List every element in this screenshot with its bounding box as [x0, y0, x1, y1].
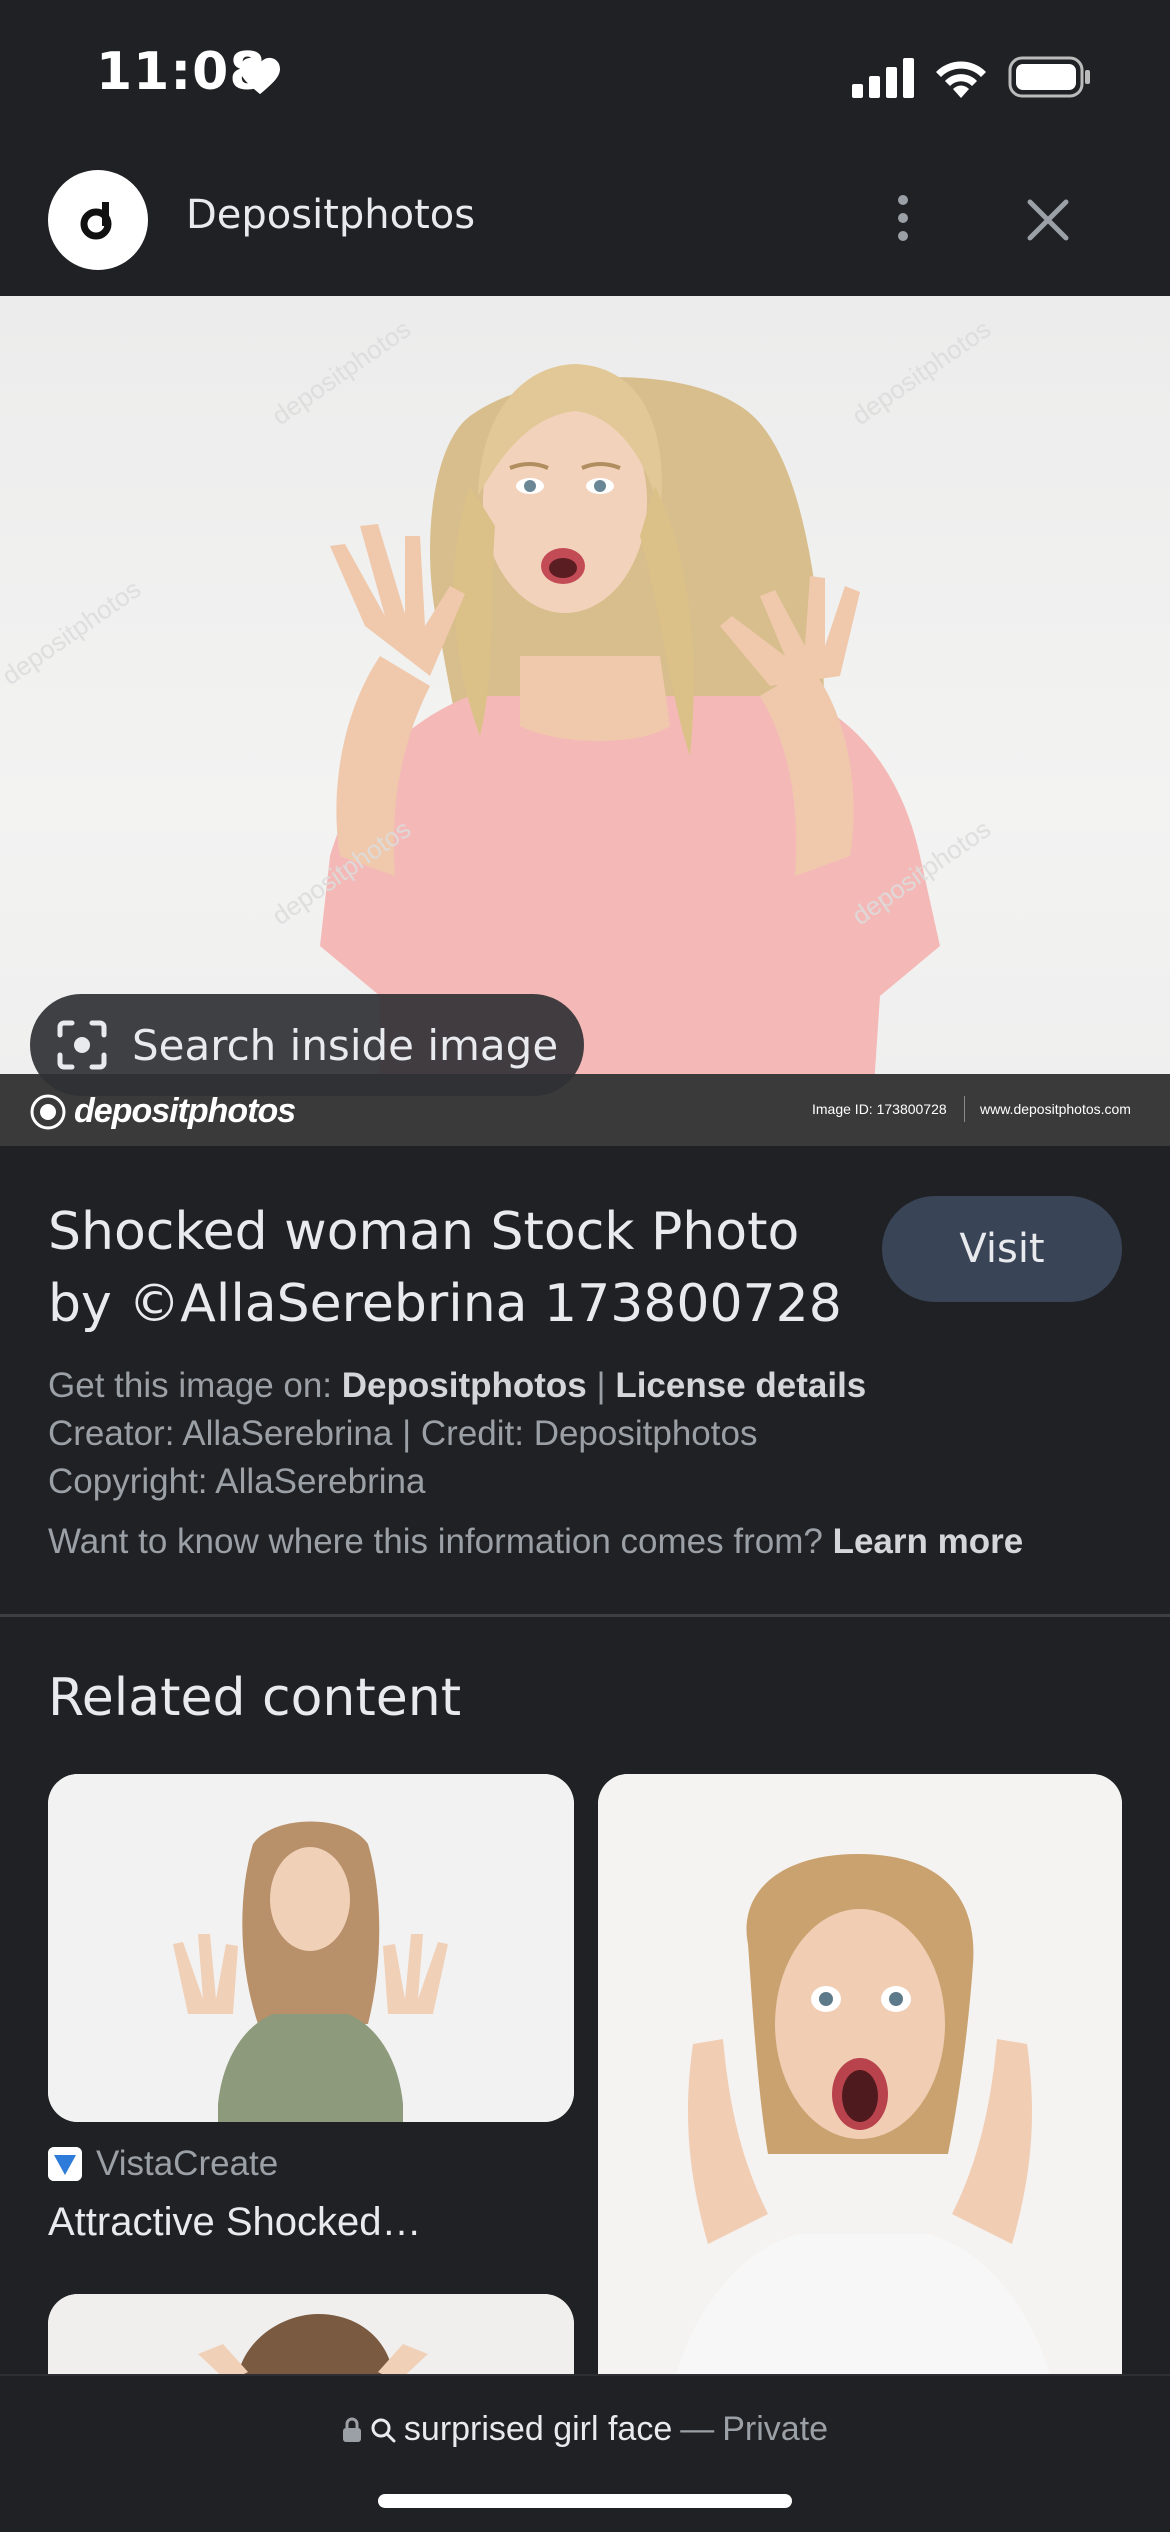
google-lens-icon [57, 1020, 107, 1070]
meta-separator: | [596, 1366, 606, 1405]
watermark-url: www.depositphotos.com [980, 1101, 1131, 1117]
related-photo-2 [598, 1774, 1122, 2474]
battery-icon [1008, 56, 1090, 98]
image-title: Shocked woman Stock Photo by ©AllaSerebr… [48, 1202, 842, 1334]
search-icon [371, 2418, 396, 2442]
related-photo-1 [48, 1774, 574, 2122]
license-details-link[interactable]: License details [615, 1366, 866, 1405]
svg-text:depositphotos: depositphotos [0, 573, 146, 690]
watermark-image-id: Image ID: 173800728 [812, 1101, 947, 1117]
wifi-icon [936, 61, 986, 98]
lock-icon [342, 2417, 361, 2442]
vistacreate-icon [48, 2147, 82, 2181]
info-question: Want to know where this information come… [48, 1522, 823, 1561]
home-indicator[interactable] [378, 2494, 792, 2508]
search-inside-image-label: Search inside image [132, 1020, 559, 1070]
status-bar: 11:08 [0, 0, 1170, 150]
get-image-prefix: Get this image on: [48, 1366, 333, 1405]
depositphotos-logo-icon [80, 202, 112, 240]
related-source-name: VistaCreate [96, 2144, 279, 2183]
cellular-signal-icon [852, 58, 914, 98]
get-image-line: Get this image on: Depositphotos | Licen… [48, 1366, 866, 1406]
search-inside-image-button[interactable]: Search inside image [30, 994, 584, 1096]
copyright-line: Copyright: AllaSerebrina [48, 1462, 426, 1501]
related-content-heading: Related content [48, 1668, 462, 1728]
viewer-header [0, 150, 1170, 296]
related-image-1[interactable] [48, 1774, 574, 2122]
watermark-separator [964, 1096, 965, 1122]
query-separator: — [680, 2410, 715, 2448]
visit-button[interactable]: Visit [882, 1196, 1122, 1302]
camera-icon [30, 1094, 66, 1129]
svg-text:depositphotos: depositphotos [846, 313, 996, 430]
svg-text:depositphotos: depositphotos [266, 313, 416, 430]
site-logo[interactable] [48, 170, 148, 270]
section-divider [0, 1614, 1170, 1617]
bottom-address-bar[interactable] [0, 2374, 1170, 2532]
source-link[interactable]: Depositphotos [342, 1366, 587, 1405]
more-options-icon[interactable] [878, 188, 928, 248]
info-source-line: Want to know where this information come… [48, 1522, 1023, 1562]
close-icon[interactable] [1020, 192, 1076, 248]
private-mode-label: Private [722, 2410, 829, 2448]
watermark-brand: depositphotos [74, 1092, 296, 1130]
related-caption-1[interactable]: Attractive Shocked… [48, 2200, 422, 2245]
learn-more-link[interactable]: Learn more [833, 1522, 1024, 1561]
heart-icon [240, 57, 280, 95]
creator-line: Creator: AllaSerebrina | Credit: Deposit… [48, 1414, 758, 1453]
watermark-logo: depositphotos [30, 1092, 296, 1131]
related-image-2[interactable] [598, 1774, 1122, 2474]
search-query: surprised girl face [403, 2410, 673, 2448]
address-row[interactable]: surprised girl face — Private [0, 2410, 1170, 2449]
site-name[interactable]: Depositphotos [186, 192, 475, 238]
related-source-1[interactable]: VistaCreate [48, 2144, 278, 2184]
